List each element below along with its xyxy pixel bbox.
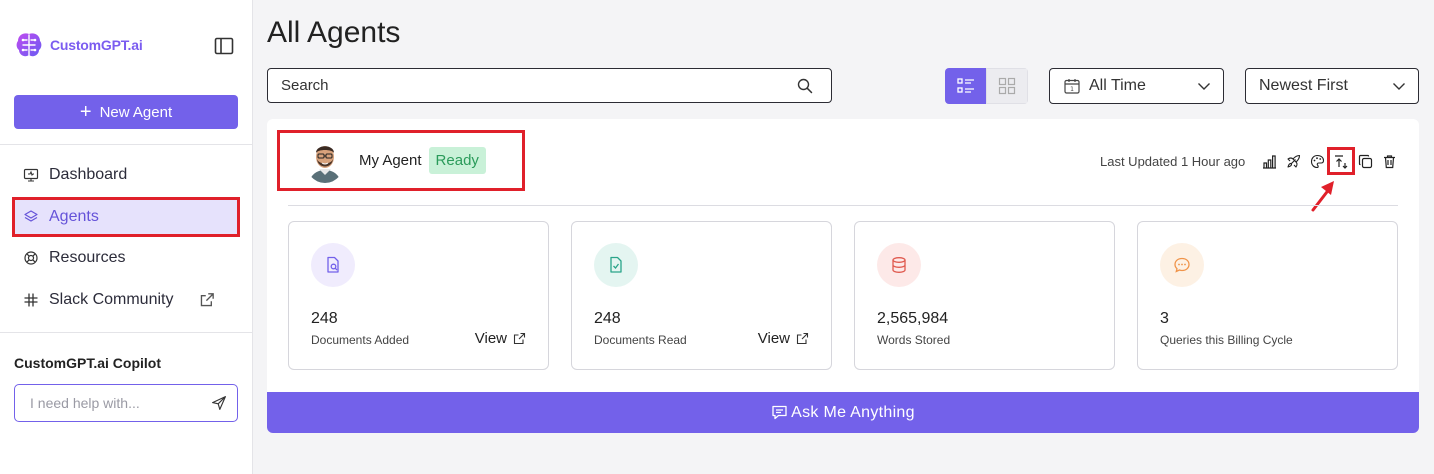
sidebar-item-label: Resources <box>49 249 126 266</box>
time-filter-value: All Time <box>1089 77 1146 94</box>
grid-view-button[interactable] <box>986 68 1028 104</box>
deploy-icon <box>1286 154 1300 168</box>
sidebar-item-dashboard[interactable]: Dashboard <box>14 157 238 193</box>
view-documents-added-link[interactable]: View <box>475 330 526 347</box>
brand-name: CustomGPT.ai <box>50 37 143 53</box>
stat-documents-added: 248 Documents Added View <box>288 221 549 370</box>
search-box <box>267 68 832 103</box>
chat-bubble-icon <box>772 405 787 420</box>
external-link-icon <box>796 332 809 345</box>
sidebar-item-agents[interactable]: Agents <box>12 197 240 237</box>
sidebar-divider <box>0 144 252 145</box>
chevron-down-icon <box>1393 83 1405 90</box>
brain-logo-icon <box>16 33 42 57</box>
deploy-button[interactable] <box>1285 153 1301 169</box>
stat-documents-read: 248 Documents Read View <box>571 221 832 370</box>
svg-text:1: 1 <box>1070 86 1074 93</box>
database-icon <box>892 257 906 273</box>
agent-name: My Agent <box>359 152 422 169</box>
annotation-arrow-icon <box>1311 181 1334 212</box>
lifebuoy-icon <box>24 251 38 265</box>
sidebar-item-label: Slack Community <box>49 291 174 308</box>
status-badge: Ready <box>428 147 486 174</box>
list-view-icon <box>957 78 974 93</box>
copilot-input[interactable] <box>30 395 211 411</box>
page-title: All Agents <box>267 16 401 49</box>
brand[interactable]: CustomGPT.ai <box>14 30 143 60</box>
ask-me-anything-button[interactable]: Ask Me Anything <box>267 392 1419 433</box>
analytics-button[interactable] <box>1261 153 1277 169</box>
upload-button[interactable] <box>1327 147 1355 175</box>
stat-icon-wrap <box>1160 243 1204 287</box>
copilot-box <box>14 384 238 422</box>
sort-select[interactable]: Newest First <box>1245 68 1419 104</box>
sidebar-item-label: Dashboard <box>49 166 128 183</box>
agent-card: My Agent Ready Last Updated 1 Hour ago 2… <box>267 119 1419 433</box>
stat-icon-wrap <box>594 243 638 287</box>
chevron-down-icon <box>1198 83 1210 90</box>
sidebar: CustomGPT.ai + New Agent Dashboard Agent… <box>0 0 253 474</box>
stat-queries: 3 Queries this Billing Cycle <box>1137 221 1398 370</box>
ask-label: Ask Me Anything <box>791 403 915 421</box>
monitor-icon <box>23 168 39 182</box>
last-updated: Last Updated 1 Hour ago <box>1100 154 1246 169</box>
search-input[interactable] <box>281 77 797 94</box>
stat-label: Documents Read <box>594 333 687 347</box>
duplicate-icon <box>1358 154 1372 168</box>
list-view-button[interactable] <box>945 68 987 104</box>
sidebar-toggle-icon[interactable] <box>214 37 234 55</box>
stat-words-stored: 2,565,984 Words Stored <box>854 221 1115 370</box>
stat-label: Words Stored <box>877 333 951 347</box>
search-icon[interactable] <box>797 78 813 94</box>
stat-label: Documents Added <box>311 333 410 347</box>
stat-value: 2,565,984 <box>877 310 949 327</box>
personalize-icon <box>1310 154 1324 168</box>
document-search-icon <box>327 256 339 273</box>
new-agent-label: New Agent <box>99 103 173 121</box>
sidebar-item-slack-community[interactable]: Slack Community <box>14 282 238 318</box>
analytics-icon <box>1262 154 1276 169</box>
stat-label: Queries this Billing Cycle <box>1160 333 1293 347</box>
delete-icon <box>1383 154 1395 168</box>
agent-actions <box>1261 147 1397 175</box>
time-filter-select[interactable]: 1 All Time <box>1049 68 1224 104</box>
document-check-icon <box>610 256 622 273</box>
sidebar-divider <box>0 332 252 333</box>
view-toggle <box>945 68 1028 104</box>
stat-value: 3 <box>1160 310 1169 327</box>
layers-icon <box>24 210 38 222</box>
view-documents-read-link[interactable]: View <box>758 330 809 347</box>
grid-view-icon <box>999 77 1016 95</box>
agent-avatar <box>305 138 345 183</box>
external-link-icon <box>201 293 215 307</box>
personalize-button[interactable] <box>1309 153 1325 169</box>
sidebar-item-label: Agents <box>49 208 99 225</box>
delete-button[interactable] <box>1381 153 1397 169</box>
sidebar-item-resources[interactable]: Resources <box>14 240 238 276</box>
agent-identity[interactable]: My Agent Ready <box>277 130 525 191</box>
upload-icon <box>1334 154 1347 169</box>
copilot-title: CustomGPT.ai Copilot <box>14 355 161 371</box>
plus-icon: + <box>79 101 92 123</box>
send-icon[interactable] <box>211 393 227 413</box>
slack-icon <box>24 293 38 307</box>
chat-icon <box>1174 257 1190 273</box>
stat-value: 248 <box>594 310 621 327</box>
view-label: View <box>474 330 507 347</box>
stat-icon-wrap <box>311 243 355 287</box>
external-link-icon <box>513 332 526 345</box>
stat-value: 248 <box>311 310 338 327</box>
stat-icon-wrap <box>877 243 921 287</box>
duplicate-button[interactable] <box>1357 153 1373 169</box>
view-label: View <box>757 330 790 347</box>
sort-value: Newest First <box>1259 77 1348 94</box>
card-divider <box>288 205 1398 206</box>
calendar-icon: 1 <box>1064 79 1080 94</box>
new-agent-button[interactable]: + New Agent <box>14 95 238 129</box>
